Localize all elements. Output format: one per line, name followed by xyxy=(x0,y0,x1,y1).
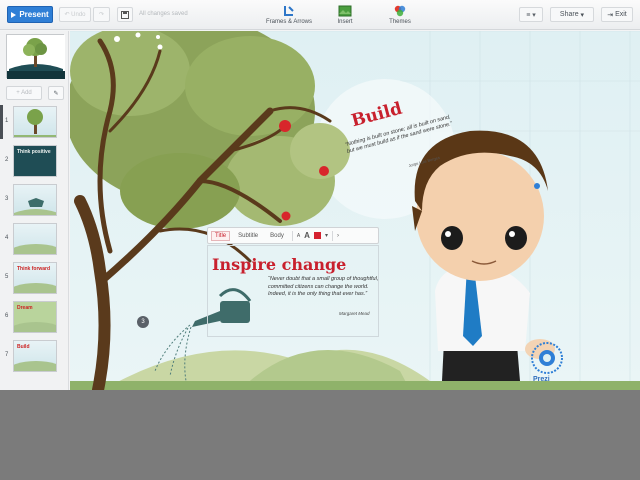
inspire-quote[interactable]: “Never doubt that a small group of thoug… xyxy=(268,276,380,299)
slide-number: 5 xyxy=(5,274,9,280)
present-label: Present xyxy=(19,10,49,19)
slide-item-3[interactable]: 3 xyxy=(0,183,69,217)
prezi-editor: Present ↶ Undo ↷ All changes saved Frame… xyxy=(0,0,640,390)
slide-thumbnail xyxy=(13,106,57,138)
frames-arrows-button[interactable]: Frames & Arrows xyxy=(266,5,312,25)
slide-thumbnail xyxy=(13,184,57,216)
slide-thumbnail: Build xyxy=(13,340,57,372)
save-status: All changes saved xyxy=(139,11,188,17)
toolbar-divider xyxy=(291,230,293,241)
undo-label: Undo xyxy=(71,11,86,18)
menu-button[interactable]: ≡ ▾ xyxy=(519,7,543,22)
path-step-number[interactable]: 3 xyxy=(137,316,149,328)
frames-label: Frames & Arrows xyxy=(266,19,313,25)
font-size-large-icon[interactable]: A xyxy=(304,231,310,240)
slide-caption: Build xyxy=(17,344,30,350)
slide-caption: Dream xyxy=(17,305,33,311)
active-slide-marker xyxy=(0,105,3,139)
save-icon xyxy=(121,10,129,19)
overview-tree-image xyxy=(7,35,65,79)
insert-button[interactable]: Insert xyxy=(330,5,360,25)
slides-sidebar: + Add ✎ 1 2 Think positive 3 4 5 Think f… xyxy=(0,31,69,390)
slide-thumbnail: Think positive xyxy=(13,145,57,177)
style-body-button[interactable]: Body xyxy=(266,231,288,241)
present-button[interactable]: Present xyxy=(7,6,53,23)
text-format-toolbar: Title Subtitle Body A A ▾ › xyxy=(207,227,379,244)
slide-number: 2 xyxy=(5,157,9,163)
inspire-heading[interactable]: Inspire change xyxy=(212,255,346,274)
slide-number: 3 xyxy=(5,196,9,202)
edit-path-button[interactable]: ✎ xyxy=(48,86,64,100)
themes-label: Themes xyxy=(389,19,411,25)
businessman-character xyxy=(412,130,555,381)
menu-icon: ≡ ▾ xyxy=(526,11,536,19)
themes-icon xyxy=(394,5,406,17)
slide-number: 4 xyxy=(5,235,9,241)
exit-button[interactable]: ⇥ Exit xyxy=(601,7,633,22)
exit-label: Exit xyxy=(615,11,627,18)
frames-icon xyxy=(284,6,294,16)
slide-item-4[interactable]: 4 xyxy=(0,222,69,256)
slide-thumbnail: Dream xyxy=(13,301,57,333)
add-slide-button[interactable]: + Add xyxy=(6,86,42,100)
slide-number: 6 xyxy=(5,313,9,319)
undo-button[interactable]: ↶ Undo xyxy=(59,7,91,22)
text-color-swatch[interactable] xyxy=(313,232,321,239)
insert-icon xyxy=(338,5,352,17)
font-size-icon[interactable]: A xyxy=(297,233,300,239)
top-toolbar: Present ↶ Undo ↷ All changes saved Frame… xyxy=(0,0,640,30)
slide-caption: Think positive xyxy=(17,149,51,155)
share-button[interactable]: Share ▾ xyxy=(550,7,594,22)
slide-item-2[interactable]: 2 Think positive xyxy=(0,144,69,178)
undo-icon: ↶ xyxy=(64,12,72,18)
overview-thumbnail[interactable] xyxy=(6,34,65,79)
insert-label: Insert xyxy=(337,19,353,25)
presentation-canvas[interactable]: Build “Nothing is built on stone; all is… xyxy=(70,31,640,390)
chevron-down-icon[interactable]: ▾ xyxy=(325,232,328,239)
redo-icon: ↷ xyxy=(98,12,105,18)
exit-icon: ⇥ xyxy=(607,11,616,19)
slide-item-1[interactable]: 1 xyxy=(0,105,69,139)
share-label: Share xyxy=(559,11,579,18)
toolbar-divider xyxy=(331,230,333,241)
slide-thumbnail xyxy=(13,223,57,255)
slide-number: 1 xyxy=(5,118,9,124)
play-icon xyxy=(11,11,17,18)
slide-item-5[interactable]: 5 Think forward xyxy=(0,261,69,295)
add-slide-label: + Add xyxy=(16,90,32,96)
slide-item-6[interactable]: 6 Dream xyxy=(0,300,69,334)
inspire-author: Margaret Mead xyxy=(339,311,370,316)
chevron-down-icon: ▾ xyxy=(578,11,585,19)
style-title-button[interactable]: Title xyxy=(211,230,231,241)
prezi-logo-label: Prezi xyxy=(533,376,550,383)
themes-button[interactable]: Themes xyxy=(384,5,416,25)
slide-caption: Think forward xyxy=(17,266,51,272)
chevron-right-icon[interactable]: › xyxy=(337,233,339,239)
slide-item-7[interactable]: 7 Build xyxy=(0,339,69,373)
slide-thumbnail: Think forward xyxy=(13,262,57,294)
save-button[interactable] xyxy=(117,7,133,22)
style-subtitle-button[interactable]: Subtitle xyxy=(234,231,262,241)
slide-number: 7 xyxy=(5,352,9,358)
pencil-icon: ✎ xyxy=(53,90,59,97)
redo-button[interactable]: ↷ xyxy=(93,7,110,22)
